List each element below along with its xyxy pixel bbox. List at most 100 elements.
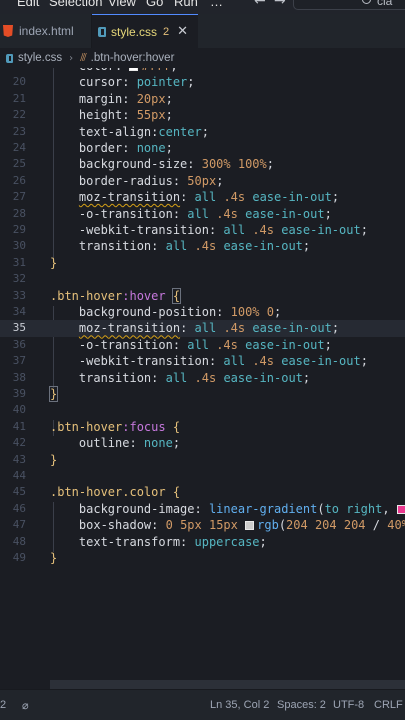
code-line: 39 }: [0, 386, 405, 402]
chevron-right-icon: ›: [69, 52, 74, 64]
line-number: 24: [12, 141, 26, 154]
code-text: border: none;: [50, 141, 173, 155]
line-number: 44: [12, 469, 26, 482]
broadcast-icon[interactable]: ⌀: [22, 699, 29, 712]
line-number: 39: [12, 387, 26, 400]
tab-label: index.html: [19, 24, 74, 38]
menu-more[interactable]: …: [210, 0, 223, 9]
code-line: 27 moz-transition: all .4s ease-in-out;: [0, 189, 405, 205]
code-text: background-position: 100% 0;: [50, 305, 282, 319]
line-number: 21: [12, 91, 26, 105]
line-number: 25: [12, 157, 26, 171]
code-text: margin: 20px;: [50, 91, 173, 106]
code-line: 23 text-align:center;: [0, 124, 405, 140]
menu-run[interactable]: Run: [174, 0, 198, 9]
code-line: 25 background-size: 300% 100%;: [0, 156, 405, 172]
line-number: 30: [12, 239, 26, 253]
code-line: 43 }: [0, 452, 405, 468]
code-line: 28 -o-transition: all .4s ease-in-out;: [0, 206, 405, 222]
css-file-icon: [6, 53, 13, 63]
problem-count-badge: 2: [163, 25, 170, 38]
code-line: 30 transition: all .4s ease-in-out;: [0, 238, 405, 254]
code-text: }: [48, 386, 59, 402]
menu-bar: Edit Selection View Go Run … ← → cla: [0, 0, 405, 14]
line-number: 38: [12, 370, 26, 384]
code-text: -webkit-transition: all .4s ease-in-out;: [50, 223, 368, 237]
line-number: 45: [12, 485, 26, 499]
code-line: 24 border: none;: [0, 140, 405, 156]
line-number: 27: [12, 190, 26, 204]
line-number: 37: [12, 354, 26, 368]
code-text: background-size: 300% 100%;: [50, 157, 274, 172]
code-text: moz-transition: all .4s ease-in-out;: [78, 321, 340, 336]
encoding-setting[interactable]: UTF-8: [333, 699, 364, 711]
code-line-current: 35 moz-transition: all .4s ease-in-out;: [0, 320, 405, 337]
line-number: 22: [12, 108, 26, 122]
code-line: 31 }: [0, 255, 405, 271]
code-line: 29 -webkit-transition: all .4s ease-in-o…: [0, 222, 405, 238]
line-number: 43: [12, 452, 26, 466]
line-number: 42: [12, 436, 26, 450]
code-line: 42 outline: none;: [0, 435, 405, 451]
code-line: 48 text-transform: uppercase;: [0, 534, 405, 550]
menu-selection[interactable]: Selection: [49, 0, 102, 9]
color-swatch-white[interactable]: [129, 68, 139, 71]
tab-index-html[interactable]: index.html: [0, 14, 92, 48]
line-number: 33: [12, 288, 26, 302]
code-line: 20 cursor: pointer;: [0, 74, 405, 90]
selector-symbol-icon: ⫻: [80, 51, 87, 64]
code-editor[interactable]: color: #fff; 20 cursor: pointer; 21 marg…: [0, 68, 405, 680]
menu-view[interactable]: View: [108, 0, 136, 9]
color-swatch-pink[interactable]: [396, 504, 405, 514]
line-number: 36: [12, 337, 26, 351]
line-number: 47: [12, 518, 26, 532]
color-swatch-gray[interactable]: [245, 521, 255, 531]
line-number: 32: [12, 272, 26, 286]
code-line: 32: [0, 271, 405, 287]
indentation-setting[interactable]: Spaces: 2: [277, 699, 326, 711]
code-line: 21 margin: 20px;: [0, 91, 405, 107]
html-file-icon: [3, 25, 13, 37]
line-number: 41: [12, 419, 26, 433]
code-line: 36 -o-transition: all .4s ease-in-out;: [0, 337, 405, 353]
css-file-icon: [98, 26, 106, 37]
tab-style-css[interactable]: style.css 2 ✕: [92, 14, 198, 48]
menu-edit[interactable]: Edit: [17, 0, 39, 9]
line-number: 46: [12, 501, 26, 515]
code-text: .btn-hover:focus {: [50, 419, 181, 434]
problems-count[interactable]: 2: [0, 699, 6, 711]
code-line: 26 border-radius: 50px;: [0, 173, 405, 189]
line-number: 29: [12, 223, 26, 236]
breadcrumb-symbol[interactable]: .btn-hover:hover: [91, 52, 175, 64]
code-text: box-shadow: 0 5px 15px rgb(204 204 204 /…: [50, 518, 405, 533]
code-line: 49 }: [0, 550, 405, 566]
code-line: 47 box-shadow: 0 5px 15px rgb(204 204 20…: [0, 517, 405, 533]
code-text: text-transform: uppercase;: [50, 534, 267, 549]
menu-go[interactable]: Go: [146, 0, 163, 9]
code-text: cursor: pointer;: [50, 75, 195, 90]
eol-setting[interactable]: CRLF: [374, 699, 403, 711]
code-line: 44: [0, 468, 405, 484]
line-number: 40: [12, 403, 26, 417]
code-text: .btn-hover:hover {: [50, 287, 182, 304]
code-line: 33 .btn-hover:hover {: [0, 287, 405, 304]
horizontal-scrollbar[interactable]: [50, 680, 405, 689]
cursor-position[interactable]: Ln 35, Col 2: [210, 699, 269, 711]
code-text: background-image: linear-gradient(to rig…: [50, 501, 405, 517]
forward-arrow-icon[interactable]: →: [274, 0, 286, 9]
code-line: 45 .btn-hover.color {: [0, 484, 405, 500]
code-text: text-align:center;: [50, 124, 209, 139]
line-number: 23: [12, 124, 26, 138]
line-number: 31: [12, 255, 26, 269]
line-number: 34: [12, 305, 26, 318]
line-number: 48: [12, 534, 26, 548]
code-line: 22 height: 55px;: [0, 107, 405, 123]
code-line: 40: [0, 402, 405, 418]
breadcrumb: style.css › ⫻ .btn-hover:hover: [0, 48, 405, 68]
close-icon[interactable]: ✕: [177, 24, 188, 39]
code-text: -o-transition: all .4s ease-in-out;: [50, 337, 332, 352]
back-arrow-icon[interactable]: ←: [254, 0, 266, 9]
line-number: 28: [12, 206, 26, 220]
breadcrumb-file[interactable]: style.css: [18, 52, 62, 64]
line-number: 35: [12, 321, 26, 335]
